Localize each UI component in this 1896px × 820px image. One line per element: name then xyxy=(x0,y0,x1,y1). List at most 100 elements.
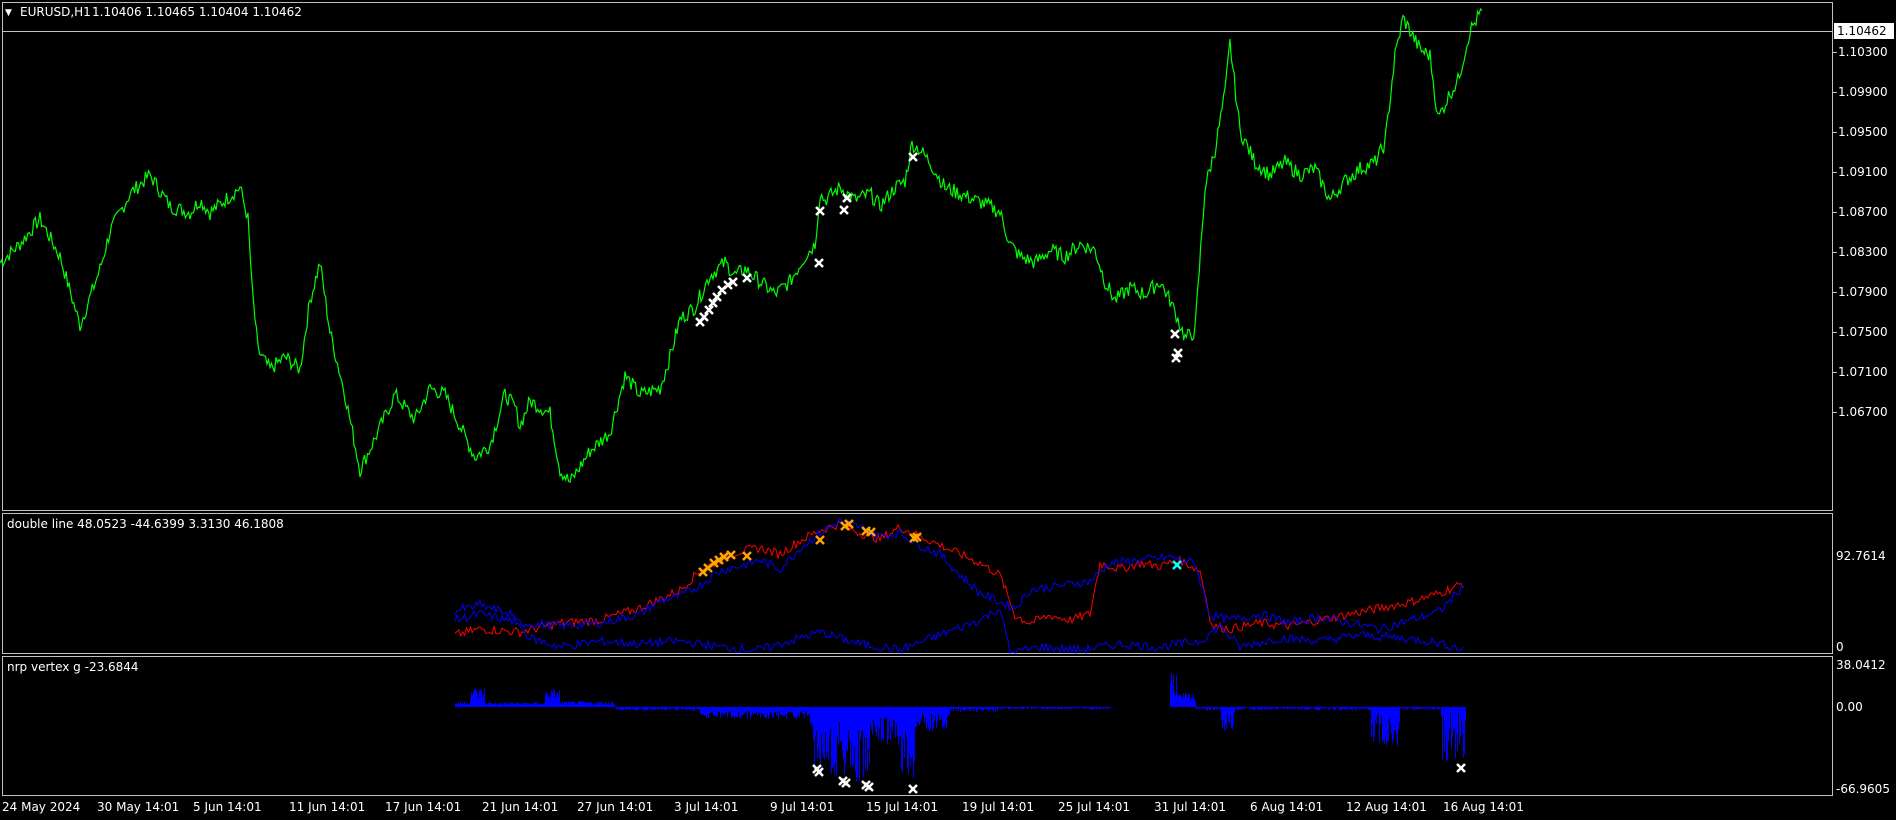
histogram-bar xyxy=(865,707,866,770)
histogram-bar xyxy=(1326,707,1327,709)
price-axis-tick xyxy=(1833,52,1837,53)
histogram-bar xyxy=(807,707,808,717)
histogram-bar xyxy=(1392,707,1393,744)
time-axis-label: 30 May 14:01 xyxy=(97,800,180,814)
histogram-bar xyxy=(1202,707,1203,709)
histogram-bar xyxy=(911,707,912,758)
histogram-bar xyxy=(1005,707,1006,709)
histogram-bar xyxy=(705,707,706,715)
histogram-bar xyxy=(1279,707,1280,708)
histogram-bar xyxy=(674,707,675,709)
histogram-bar xyxy=(1219,707,1220,710)
histogram-bar xyxy=(641,707,642,710)
histogram-bar xyxy=(1187,697,1188,707)
histogram-bar xyxy=(798,707,799,714)
histogram-bar xyxy=(816,707,817,732)
histogram-bar xyxy=(697,707,698,709)
histogram-bar xyxy=(701,707,702,715)
histogram-bar xyxy=(1001,707,1002,709)
histogram-bar xyxy=(1006,707,1007,708)
histogram-bar xyxy=(821,707,822,735)
price-axis-tick xyxy=(1833,172,1837,173)
histogram-bar xyxy=(1207,707,1208,711)
histogram-bar xyxy=(1369,707,1370,711)
histogram-bar xyxy=(791,707,792,713)
histogram-bar xyxy=(1358,707,1359,708)
histogram-bar xyxy=(614,703,615,707)
histogram-bar xyxy=(654,707,655,710)
histogram-bar xyxy=(1036,707,1037,709)
histogram-bar xyxy=(1302,707,1303,708)
histogram-bar xyxy=(856,707,857,782)
histogram-bar xyxy=(1446,707,1447,762)
histogram-bar xyxy=(1042,707,1043,709)
histogram-bar xyxy=(968,707,969,710)
histogram-bar xyxy=(901,707,902,770)
histogram-bar xyxy=(1295,707,1296,709)
histogram-bar xyxy=(485,703,486,707)
histogram-bar xyxy=(1389,707,1390,719)
histogram-bar xyxy=(1379,707,1380,743)
histogram-bar xyxy=(1460,707,1461,737)
histogram-bar xyxy=(575,704,576,707)
histogram-bar xyxy=(482,696,483,707)
histogram-bar xyxy=(1463,707,1464,758)
histogram-bar xyxy=(1332,707,1333,708)
histogram-bar xyxy=(805,707,806,712)
histogram-bar xyxy=(1055,707,1056,710)
histogram-bar xyxy=(1072,707,1073,708)
histogram-bar xyxy=(871,707,872,730)
histogram-bar xyxy=(561,703,562,707)
price-axis-tick xyxy=(1833,332,1837,333)
histogram-bar xyxy=(1307,707,1308,710)
histogram-bar xyxy=(1296,707,1297,708)
histogram-bar xyxy=(1197,707,1198,709)
histogram-bar xyxy=(750,707,751,719)
histogram-bar xyxy=(1196,707,1197,711)
histogram-bar xyxy=(727,707,728,718)
histogram-bar xyxy=(1059,707,1060,709)
histogram-bar xyxy=(610,703,611,707)
histogram-bar xyxy=(768,707,769,719)
histogram-bar xyxy=(1442,707,1443,760)
histogram-bar xyxy=(539,704,540,707)
histogram-bar xyxy=(1077,707,1078,709)
histogram-bar xyxy=(1076,707,1077,709)
histogram-bar xyxy=(961,707,962,709)
histogram-bar xyxy=(692,707,693,709)
histogram-bar xyxy=(685,707,686,710)
histogram-bar xyxy=(588,702,589,707)
histogram-bar xyxy=(1097,707,1098,709)
indicator2-marker xyxy=(908,784,918,794)
histogram-bar xyxy=(1314,707,1315,710)
indicator1-cyan-marker xyxy=(1172,560,1182,570)
histogram-bar xyxy=(839,707,840,723)
histogram-bar xyxy=(676,707,677,711)
histogram-bar xyxy=(677,707,678,711)
indicator2-axis-max: 38.0412 xyxy=(1836,658,1886,672)
histogram-bar xyxy=(711,707,712,712)
histogram-bar xyxy=(790,707,791,713)
histogram-bar xyxy=(1367,707,1368,709)
histogram-bar xyxy=(558,697,559,707)
histogram-bar xyxy=(1054,707,1055,709)
histogram-bar xyxy=(663,707,664,709)
price-axis-label: 1.07100 xyxy=(1838,365,1888,379)
histogram-bar xyxy=(1377,707,1378,716)
histogram-bar xyxy=(1189,693,1190,707)
histogram-bar xyxy=(1353,707,1354,709)
histogram-bar xyxy=(613,704,614,707)
histogram-bar xyxy=(582,702,583,707)
histogram-bar xyxy=(939,707,940,720)
histogram-bar xyxy=(843,707,844,759)
time-axis-label: 31 Jul 14:01 xyxy=(1154,800,1226,814)
histogram-bar xyxy=(1385,707,1386,737)
histogram-bar xyxy=(1443,707,1444,715)
histogram-bar xyxy=(1099,707,1100,710)
histogram-bar xyxy=(833,707,834,767)
histogram-bar xyxy=(1041,707,1042,708)
histogram-bar xyxy=(474,688,475,707)
histogram-bar xyxy=(568,701,569,707)
histogram-bar xyxy=(1216,707,1217,710)
histogram-bar xyxy=(1280,707,1281,709)
